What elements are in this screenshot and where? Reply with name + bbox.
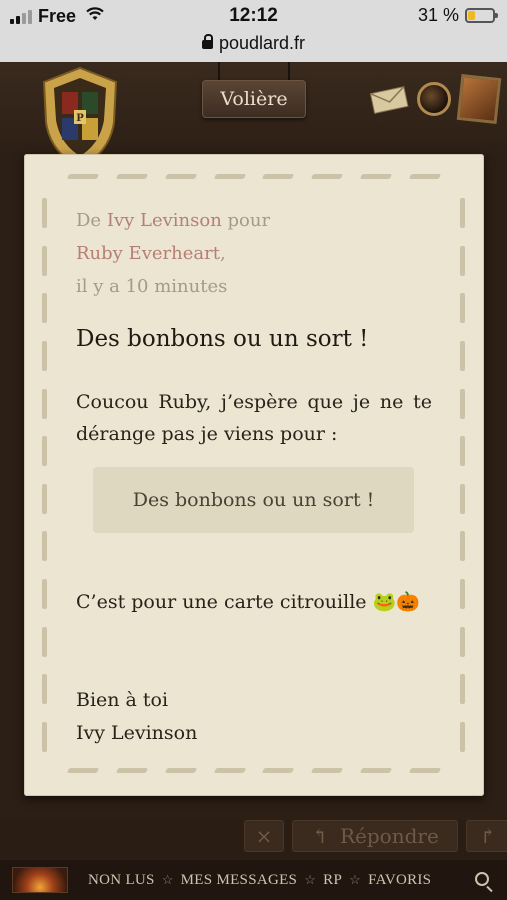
crystal-ball-icon[interactable] <box>417 82 451 116</box>
voliere-title-button[interactable]: Volière <box>202 80 306 118</box>
letter-time: il y a 10 minutes <box>76 276 228 297</box>
nav-favorites[interactable]: FAVORIS <box>368 872 431 889</box>
to-prefix: pour <box>227 210 271 231</box>
nav-my-messages[interactable]: MES MESSAGES <box>181 872 298 889</box>
envelope-icon[interactable] <box>369 84 409 114</box>
recipient-link[interactable]: Ruby Everheart <box>76 243 220 264</box>
quote-block: Des bonbons ou un sort ! <box>93 467 414 533</box>
decor-dashes-bottom <box>66 768 442 774</box>
signature-text: Ivy Levinson <box>76 722 198 744</box>
reply-label: Répondre <box>339 824 439 848</box>
url-text: poudlard.fr <box>218 33 306 53</box>
star-icon: ☆ <box>304 872 317 887</box>
reply-arrow-icon: ↰ <box>311 824 328 848</box>
bottom-nav: NON LUS ☆ MES MESSAGES ☆ RP ☆ FAVORIS <box>0 860 507 900</box>
nav-rp[interactable]: RP <box>323 872 342 889</box>
sign-chain-right <box>288 62 290 80</box>
battery-icon <box>465 8 498 23</box>
search-icon[interactable] <box>475 872 489 886</box>
letter-subject: Des bonbons ou un sort ! <box>76 326 369 352</box>
sign-chain-left <box>218 62 220 80</box>
decor-dashes-left <box>42 198 48 752</box>
letter-actions: × ↰ Répondre ↱ <box>244 820 507 852</box>
lock-icon <box>201 34 213 49</box>
decor-dashes-top <box>66 174 442 180</box>
sender-link[interactable]: Ivy Levinson <box>107 210 222 231</box>
battery-percent: 31 % <box>417 5 459 25</box>
header-icons <box>369 74 502 124</box>
closing-text: Bien à toi <box>76 689 169 711</box>
letter-body-card: C’est pour une carte citrouille 🐸🎃 <box>76 591 420 613</box>
letter-body-intro: Coucou Ruby, j’espère que je ne te déran… <box>76 391 432 445</box>
battery-group: 31 % <box>417 5 498 26</box>
portrait-icon[interactable] <box>456 74 502 124</box>
star-icon: ☆ <box>161 872 174 887</box>
fireplace-icon[interactable] <box>12 867 68 893</box>
from-prefix: De <box>76 210 102 231</box>
reply-button[interactable]: ↰ Répondre <box>292 820 458 852</box>
star-icon: ☆ <box>349 872 362 887</box>
address-bar[interactable]: poudlard.fr <box>0 33 507 54</box>
svg-text:P: P <box>76 113 84 124</box>
status-bar: Free 12:12 31 % poudlard.fr <box>0 0 507 62</box>
nav-unread[interactable]: NON LUS <box>88 872 155 889</box>
close-icon: × <box>255 824 273 848</box>
letter-meta: De Ivy Levinson pour Ruby Everheart, il … <box>76 204 270 303</box>
forward-arrow-icon: ↱ <box>479 824 497 848</box>
forward-button[interactable]: ↱ <box>466 820 507 852</box>
decor-dashes-right <box>460 198 466 752</box>
recipient-suffix: , <box>219 243 226 264</box>
letter-signoff: Bien à toi Ivy Levinson <box>76 684 197 750</box>
close-button[interactable]: × <box>244 820 284 852</box>
